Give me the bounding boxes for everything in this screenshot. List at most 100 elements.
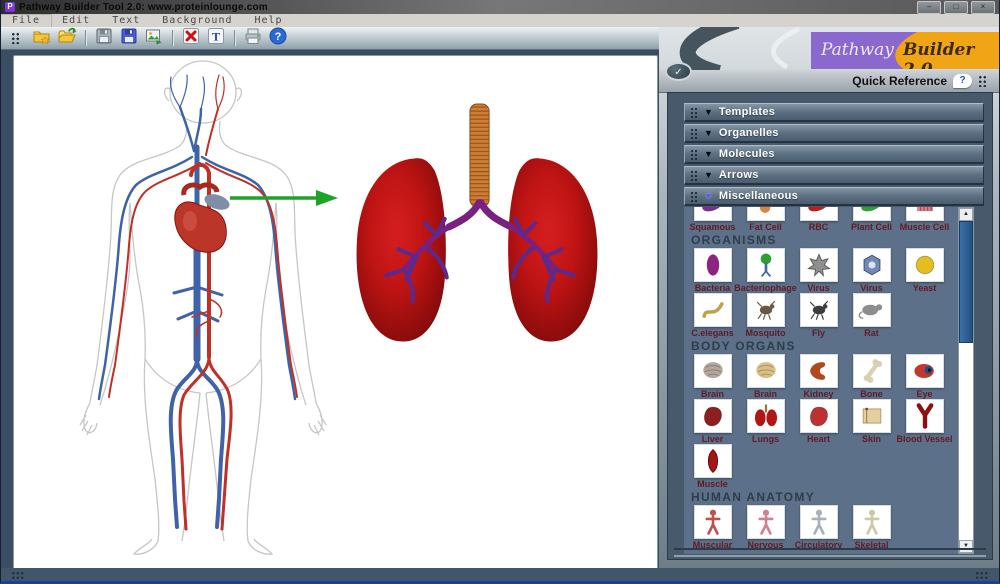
library-scroll-area[interactable]: SquamousFat CellRBCPlant CellMuscle Cell… — [686, 207, 957, 554]
library-item-mosquito[interactable]: Mosquito — [739, 293, 792, 338]
skin-icon — [853, 399, 891, 433]
blood-vessel-icon — [906, 399, 944, 433]
library-section-header: ORGANISMS — [686, 232, 957, 248]
open-folder-icon — [57, 26, 77, 51]
toolbar-separator — [85, 30, 86, 46]
library-item-label: Brain — [701, 389, 724, 399]
accordion-drag-handle[interactable] — [690, 128, 698, 139]
circulatory-system-figure[interactable] — [70, 59, 338, 565]
close-button[interactable]: × — [971, 1, 995, 14]
library-item-nervous[interactable]: Nervous — [739, 505, 792, 550]
accordion-drag-handle[interactable] — [690, 149, 698, 160]
canvas[interactable] — [13, 55, 658, 570]
library-item-muscular[interactable]: Muscular — [686, 505, 739, 550]
yeast-icon — [906, 248, 944, 282]
quick-reference-help-button[interactable]: ? — [953, 74, 972, 88]
library-item-label: Fly — [812, 328, 825, 338]
squamous-cell-icon — [694, 207, 732, 221]
collapse-panel-button[interactable]: ✓ — [665, 62, 692, 81]
library-item-brain[interactable]: Brain — [739, 354, 792, 399]
library-item-liver[interactable]: Liver — [686, 399, 739, 444]
toolbar-separator — [172, 30, 173, 46]
library-item-label: Kidney — [803, 389, 833, 399]
accordion-drag-handle[interactable] — [690, 191, 698, 202]
accordion-section-organelles[interactable]: ▼Organelles — [684, 124, 984, 143]
clipart-library: SquamousFat CellRBCPlant CellMuscle Cell… — [684, 207, 974, 554]
bone-icon — [853, 354, 891, 388]
green-arrow[interactable] — [228, 187, 340, 209]
library-item-brain[interactable]: Brain — [686, 354, 739, 399]
accordion-section-arrows[interactable]: ▼Arrows — [684, 166, 984, 185]
panel-bottom-ridge — [674, 548, 986, 557]
accordion-drag-handle[interactable] — [690, 170, 698, 181]
accordion-drag-handle[interactable] — [690, 107, 698, 118]
library-item-yeast[interactable]: Yeast — [898, 248, 951, 293]
bottom-bar — [1, 568, 999, 581]
new-button[interactable] — [31, 28, 53, 48]
library-item-fly[interactable]: Fly — [792, 293, 845, 338]
insert-text-button[interactable]: T — [205, 28, 227, 48]
liver-icon — [694, 399, 732, 433]
library-grid: MuscularNervousCirculatorySkeletal — [686, 505, 957, 550]
library-item-muscle-cell[interactable]: Muscle Cell — [898, 207, 951, 232]
library-item-label: Heart — [807, 434, 830, 444]
accordion-section-molecules[interactable]: ▼Molecules — [684, 145, 984, 164]
c-elegans-icon — [694, 293, 732, 327]
library-item-skin[interactable]: Skin — [845, 399, 898, 444]
print-icon — [243, 26, 263, 51]
library-item-muscle[interactable]: Muscle — [686, 444, 739, 489]
library-item-squamous[interactable]: Squamous — [686, 207, 739, 232]
library-item-skeletal[interactable]: Skeletal — [845, 505, 898, 550]
help-button[interactable]: ? — [267, 28, 289, 48]
library-item-virus[interactable]: Virus — [845, 248, 898, 293]
toolbar-separator — [234, 30, 235, 46]
library-scrollbar[interactable]: ▲ ▼ — [958, 207, 974, 554]
print-button[interactable] — [242, 28, 264, 48]
accordion: ▼Templates ▼Organelles ▼Molecules ▼Arrows ▼M… — [668, 93, 992, 206]
help-icon: ? — [268, 26, 288, 51]
restore-button[interactable]: □ — [944, 1, 968, 14]
lungs-illustration[interactable] — [352, 98, 604, 350]
accordion-label: Templates — [719, 106, 775, 118]
nervous-system-icon — [747, 505, 785, 539]
library-item-label: Virus — [807, 283, 829, 293]
scroll-up-button[interactable]: ▲ — [959, 208, 973, 221]
delete-button[interactable] — [180, 28, 202, 48]
bottom-left-drag-handle[interactable] — [11, 571, 25, 579]
library-item-virus[interactable]: Virus — [792, 248, 845, 293]
library-item-rbc[interactable]: RBC — [792, 207, 845, 232]
accordion-section-templates[interactable]: ▼Templates — [684, 103, 984, 122]
save-button[interactable] — [93, 28, 115, 48]
toolbar-drag-handle[interactable] — [11, 32, 20, 44]
panel-drag-handle[interactable] — [978, 75, 987, 87]
library-item-blood-vessel[interactable]: Blood Vessel — [898, 399, 951, 444]
library-item-heart[interactable]: Heart — [792, 399, 845, 444]
library-item-bacteriophage[interactable]: Bacteriophage — [739, 248, 792, 293]
bacteria-icon — [694, 248, 732, 282]
export-image-button[interactable] — [143, 28, 165, 48]
save-as-button[interactable] — [118, 28, 140, 48]
library-item-label: Eye — [916, 389, 932, 399]
library-item-kidney[interactable]: Kidney — [792, 354, 845, 399]
library-item-bone[interactable]: Bone — [845, 354, 898, 399]
library-item-label: Virus — [860, 283, 882, 293]
skeletal-system-icon — [853, 505, 891, 539]
library-item-lungs[interactable]: Lungs — [739, 399, 792, 444]
library-item-c-elegans[interactable]: C.elegans — [686, 293, 739, 338]
library-item-rat[interactable]: Rat — [845, 293, 898, 338]
fat-cell-icon — [747, 207, 785, 221]
library-item-label: Brain — [754, 389, 777, 399]
open-button[interactable] — [56, 28, 78, 48]
minimize-button[interactable]: – — [917, 1, 941, 14]
accordion-section-miscellaneous[interactable]: ▼Miscellaneous — [684, 187, 984, 206]
svg-text:?: ? — [275, 31, 282, 43]
library-item-bacteria[interactable]: Bacteria — [686, 248, 739, 293]
lungs-icon — [747, 399, 785, 433]
library-item-eye[interactable]: Eye — [898, 354, 951, 399]
library-item-plant-cell[interactable]: Plant Cell — [845, 207, 898, 232]
bottom-right-drag-handle[interactable] — [975, 571, 989, 579]
brain-side-icon — [694, 354, 732, 388]
library-item-fat-cell[interactable]: Fat Cell — [739, 207, 792, 232]
library-item-circulatory[interactable]: Circulatory — [792, 505, 845, 550]
scrollbar-thumb[interactable] — [959, 221, 973, 343]
